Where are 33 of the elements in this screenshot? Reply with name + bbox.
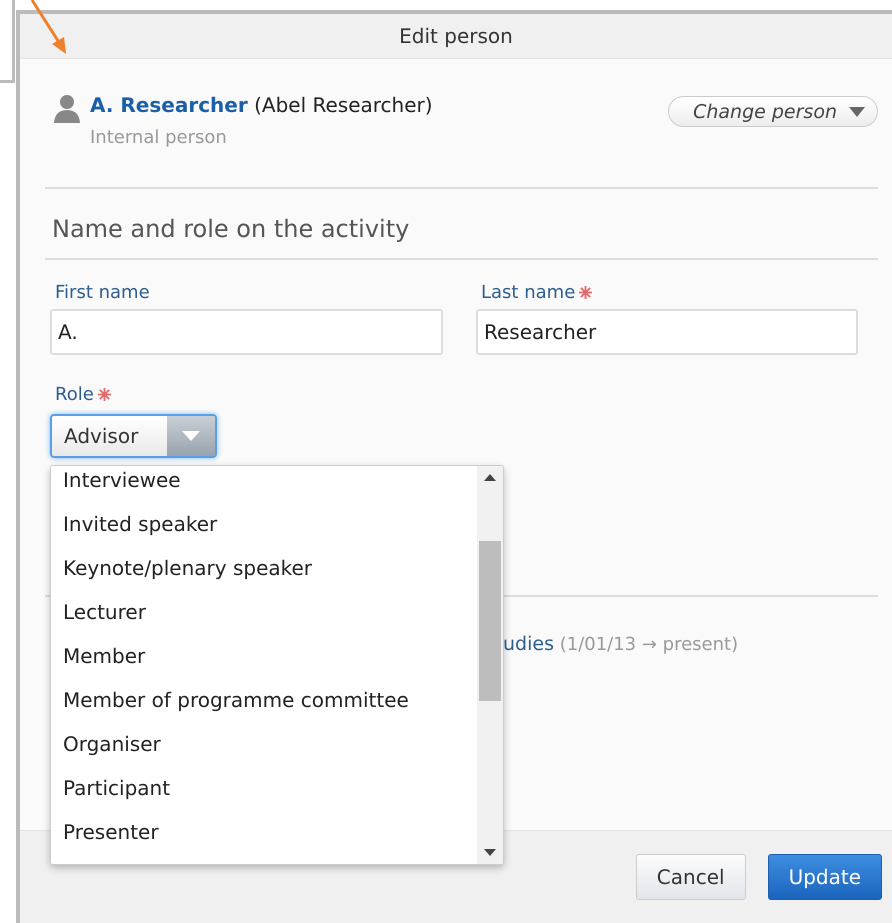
update-button[interactable]: Update — [768, 854, 882, 900]
field-label: Last name — [476, 282, 858, 303]
affiliation-period: (1/01/13 → present) — [560, 634, 738, 655]
text-field[interactable]: Researcher — [476, 309, 858, 355]
scroll-up-icon[interactable] — [484, 474, 496, 481]
field-label: Role — [50, 384, 111, 405]
dropdown-option[interactable]: Lecturer — [51, 590, 477, 634]
dropdown-option[interactable]: Interviewee — [51, 466, 477, 502]
change-person-button[interactable]: Change person — [668, 96, 878, 127]
affiliation-link[interactable]: udies — [503, 633, 554, 655]
field-label: First name — [54, 282, 151, 303]
dropdown-option[interactable]: Invited speaker — [51, 502, 477, 546]
caret-icon — [182, 431, 200, 441]
scrollbar[interactable] — [477, 466, 503, 864]
required-icon — [579, 286, 592, 299]
required-icon — [98, 388, 111, 401]
dropdown-option[interactable]: Member of programme committee — [51, 678, 477, 722]
dropdown-option[interactable]: Member — [51, 634, 477, 678]
person-type: Internal person — [90, 127, 228, 148]
cancel-button[interactable]: Cancel — [636, 854, 746, 900]
caret-icon — [849, 106, 865, 116]
dropdown-option[interactable]: Keynote/plenary speaker — [51, 546, 477, 590]
person-name: A. Researcher (Abel Researcher) — [90, 93, 434, 117]
dropdown-option[interactable]: Organiser — [51, 722, 477, 766]
section-title: Name and role on the activity — [45, 189, 878, 260]
text-field[interactable]: A. — [50, 309, 443, 355]
person-icon — [52, 93, 82, 123]
dialog-title: Edit person — [399, 24, 513, 48]
scroll-down-icon[interactable] — [484, 849, 496, 856]
dropdown-option[interactable]: Presenter — [51, 810, 477, 854]
dropdown-option[interactable]: Participant — [51, 766, 477, 810]
role-select[interactable]: Advisor — [50, 414, 217, 458]
person-link[interactable]: A. Researcher — [90, 93, 248, 117]
